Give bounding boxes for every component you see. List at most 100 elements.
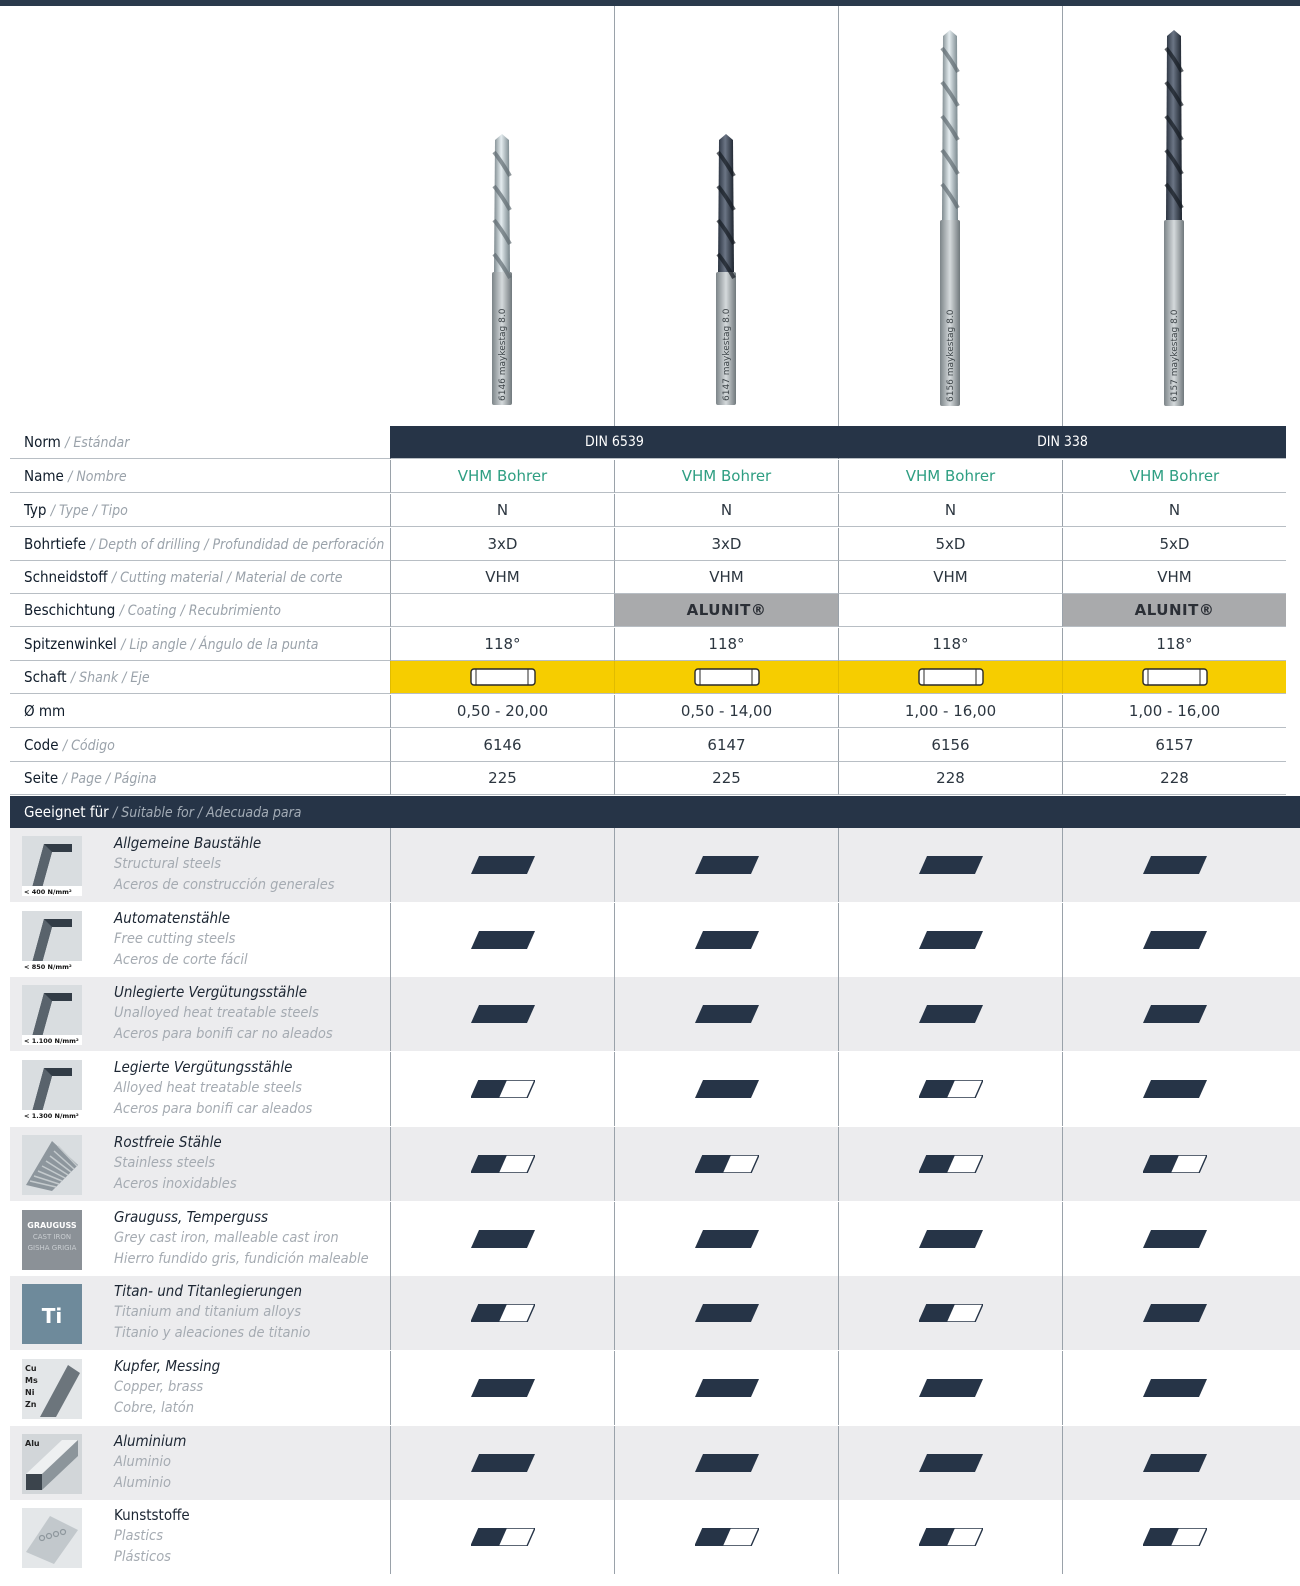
label-de: Name (24, 467, 64, 485)
label-translation: / Nombre (68, 469, 127, 485)
suitability-cell (838, 828, 1062, 902)
spec-row-material: Schneidstoff / Cutting material / Materi… (10, 561, 1300, 595)
suitability-cell (838, 1350, 1062, 1425)
spec-cell-page: 228 (1062, 762, 1286, 795)
material-name-es: Aceros de corte fácil (114, 951, 248, 968)
spec-label-code: Code / Código (10, 729, 393, 762)
svg-text:Ti: Ti (42, 1304, 63, 1328)
suitability-partial-icon (918, 1154, 983, 1173)
material-name-es: Plásticos (114, 1549, 171, 1566)
svg-text:GISHA GRIGIA: GISHA GRIGIA (28, 1244, 77, 1252)
spec-cell-angle: 118° (390, 628, 614, 661)
spec-cell-coating (838, 594, 1062, 627)
suitability-cell (1062, 1276, 1286, 1351)
suitability-partial-icon (918, 1528, 983, 1547)
suitability-full-icon (918, 1378, 983, 1397)
suitability-cell (390, 902, 614, 977)
material-name-de: Aluminium (114, 1431, 187, 1450)
suitability-full-icon (470, 1005, 535, 1024)
spec-row-angle: Spitzenwinkel / Lip angle / Ángulo de la… (10, 628, 1300, 662)
titanium-icon: Ti (22, 1284, 82, 1345)
suitability-cell (1062, 1425, 1286, 1500)
svg-text:< 1.300 N/mm²: < 1.300 N/mm² (24, 1112, 79, 1120)
suitability-full-icon (470, 1378, 535, 1397)
spec-cell-page: 225 (614, 762, 838, 795)
suitability-full-icon (694, 1304, 759, 1323)
material-names: Rostfreie Stähle Stainless steels Aceros i… (114, 1132, 237, 1195)
suitability-full-icon (694, 1378, 759, 1397)
norm-cell: DIN 6539 (390, 426, 838, 459)
label-translation: / Lip angle / Ángulo de la punta (121, 637, 319, 653)
suitability-cell (838, 1201, 1062, 1276)
spec-row-name: Name / Nombre VHM Bohrer VHM Bohrer VHM Boh… (10, 460, 1300, 494)
material-names: Kupfer, Messing Copper, brass Cobre, latón (114, 1356, 220, 1419)
suitability-full-icon (918, 1453, 983, 1472)
suitability-partial-icon (694, 1528, 759, 1547)
spec-label-norm: Norm / Estándar (10, 426, 393, 459)
material-name-en: Aluminio (114, 1453, 172, 1470)
plastics-icon (22, 1508, 82, 1569)
label-translation: / Page / Página (62, 771, 157, 787)
suitability-full-icon (694, 1453, 759, 1472)
suitability-full-icon (1142, 930, 1207, 949)
suitability-cell (390, 1350, 614, 1425)
spec-row-coating: Beschichtung / Coating / Recubrimiento AL… (10, 594, 1300, 628)
material-name-en: Free cutting steels (114, 930, 236, 947)
suitability-cell (838, 1500, 1062, 1575)
svg-text:Ms: Ms (25, 1376, 38, 1385)
spec-cell-material: VHM (614, 561, 838, 594)
suitability-cell (390, 1126, 614, 1201)
suitability-cell (390, 1425, 614, 1500)
drill-bit-icon: 6156 maykestag 8.0 (940, 30, 960, 406)
spec-cell-page: 228 (838, 762, 1062, 795)
suitability-cell (1062, 1052, 1286, 1127)
spec-cell-shank (390, 661, 614, 694)
suitability-full-icon (470, 856, 535, 874)
suitability-cell (1062, 1126, 1286, 1201)
material-row: Rostfreie Stähle Stainless steels Aceros i… (10, 1126, 1300, 1201)
stainless-plate-icon (22, 1134, 82, 1195)
drill-bit-icon: 6157 maykestag 8.0 (1164, 30, 1184, 406)
spec-cell-typ: N (1062, 494, 1286, 527)
suitability-cell (390, 1201, 614, 1276)
suitability-cell (614, 977, 838, 1052)
suitability-partial-icon (1142, 1528, 1207, 1547)
material-names: Kunststoffe Plastics Plásticos (114, 1505, 190, 1568)
suitability-partial-icon (694, 1154, 759, 1173)
suitability-full-icon (918, 1005, 983, 1024)
spec-label-shank: Schaft / Shank / Eje (10, 661, 393, 694)
material-name-es: Titanio y aleaciones de titanio (114, 1325, 311, 1342)
label-de: Schneidstoff (24, 568, 108, 586)
spec-label-page: Seite / Page / Página (10, 762, 393, 795)
spec-cell-code: 6147 (614, 729, 838, 762)
label-translation: / Depth of drilling / Profundidad de per… (90, 537, 385, 553)
material-name-es: Aceros inoxidables (114, 1175, 237, 1192)
spec-cell-material: VHM (838, 561, 1062, 594)
suitability-full-icon (1142, 1005, 1207, 1024)
spec-cell-diameter: 0,50 - 20,00 (390, 695, 614, 728)
material-names: Aluminium Aluminio Aluminio (114, 1431, 186, 1494)
suitability-cell (614, 1350, 838, 1425)
drill-label: 6147 maykestag 8.0 (722, 308, 732, 401)
suitability-cell (614, 1126, 838, 1201)
suitability-cell (614, 902, 838, 977)
spec-cell-typ: N (390, 494, 614, 527)
material-name-de: Rostfreie Stähle (114, 1132, 222, 1151)
suitability-cell (390, 1500, 614, 1575)
cylindrical-shank-icon (469, 668, 536, 686)
spec-label-diameter: Ø mm (10, 695, 393, 728)
material-names: Unlegierte Vergütungsstähle Unalloyed hea… (114, 982, 333, 1045)
label-translation: / Shank / Eje (70, 670, 150, 686)
material-name-de: Unlegierte Vergütungsstähle (114, 983, 308, 1002)
spec-label-typ: Typ / Type / Tipo (10, 494, 393, 527)
material-name-en: Unalloyed heat treatable steels (114, 1005, 319, 1022)
spec-row-code: Code / Código 6146 6147 6156 6157 (10, 729, 1300, 763)
spec-cell-diameter: 1,00 - 16,00 (1062, 695, 1286, 728)
suitability-full-icon (1142, 1080, 1207, 1099)
suitability-full-icon (1142, 1378, 1207, 1397)
spec-row-page: Seite / Page / Página 225 225 228 228 (10, 762, 1300, 796)
material-name-es: Aceros para bonifi car aleados (114, 1101, 313, 1118)
spec-cell-shank (614, 661, 838, 694)
spec-label-name: Name / Nombre (10, 460, 393, 493)
suitability-full-icon (1142, 856, 1207, 874)
